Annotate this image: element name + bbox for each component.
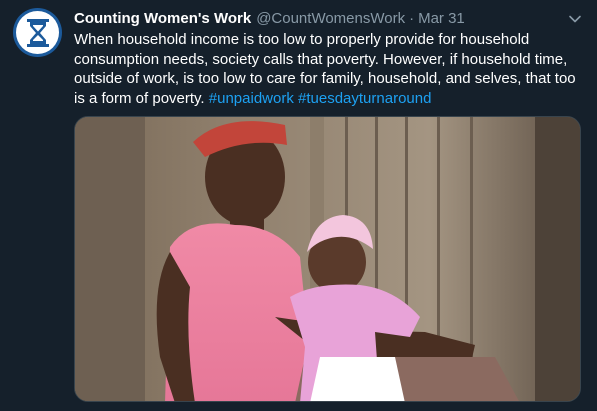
tweet-text: When household income is too low to prop…: [74, 30, 580, 108]
user-handle[interactable]: @CountWomensWork: [256, 10, 405, 27]
avatar[interactable]: [13, 8, 62, 57]
display-name[interactable]: Counting Women's Work: [74, 10, 251, 27]
tweet-date[interactable]: Mar 31: [418, 10, 465, 27]
hourglass-logo-icon: [16, 11, 59, 54]
photo-illustration: [75, 117, 580, 401]
hashtag-link[interactable]: #unpaidwork: [209, 90, 294, 107]
hashtag-link[interactable]: #tuesdayturnaround: [298, 90, 431, 107]
tweet-photo[interactable]: [74, 116, 581, 402]
tweet[interactable]: Counting Women's Work @CountWomensWork · Ma…: [0, 0, 597, 411]
separator: ·: [409, 10, 415, 27]
tweet-header: Counting Women's Work @CountWomensWork · Ma…: [74, 10, 577, 28]
chevron-down-icon[interactable]: [567, 11, 583, 27]
